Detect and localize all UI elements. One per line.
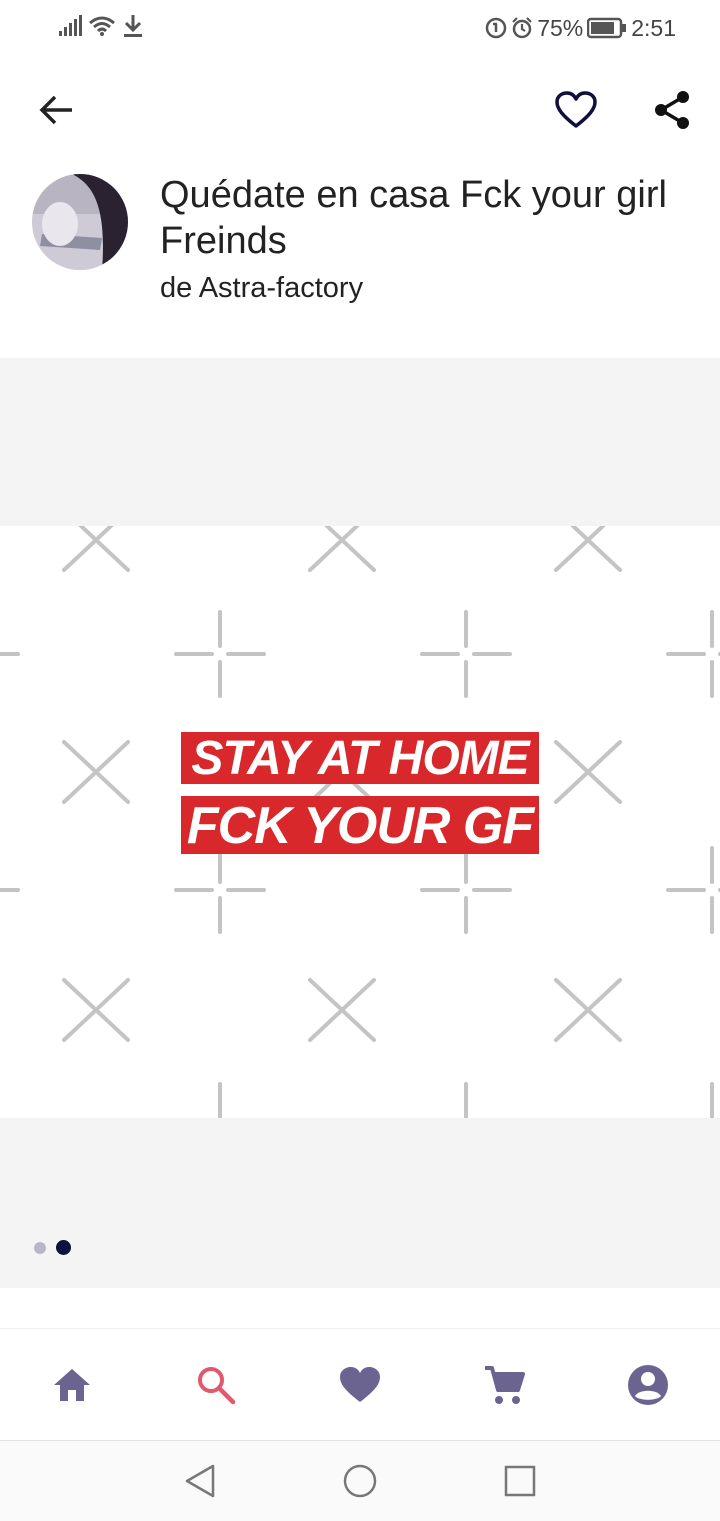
artist-byline[interactable]: de Astra-factory xyxy=(160,272,363,305)
arrow-left-icon xyxy=(39,95,72,125)
search-icon xyxy=(198,1367,236,1405)
account-icon xyxy=(628,1365,668,1405)
home-icon xyxy=(54,1369,90,1401)
system-home-button[interactable] xyxy=(338,1459,382,1503)
share-button[interactable] xyxy=(646,84,698,136)
square-recents-icon xyxy=(504,1465,536,1497)
wifi-icon xyxy=(89,16,115,36)
signal-icon xyxy=(59,15,82,36)
back-button[interactable] xyxy=(30,84,82,136)
gallery-pagination xyxy=(34,1240,71,1255)
clock: 2:51 xyxy=(631,15,676,41)
status-bar: 75% 2:51 xyxy=(0,0,720,56)
alarm-icon xyxy=(512,17,532,39)
system-recents-button[interactable] xyxy=(498,1459,542,1503)
system-back-button[interactable] xyxy=(178,1459,222,1503)
page-dot[interactable] xyxy=(34,1241,46,1254)
product-gallery[interactable]: STAY AT HOME FCK YOUR GF xyxy=(0,358,720,1288)
nav-cart[interactable] xyxy=(476,1357,532,1413)
design-line-2: FCK YOUR GF xyxy=(181,796,539,855)
product-title: Quédate en casa Fck your girl Freinds xyxy=(160,174,667,262)
page-dot-active[interactable] xyxy=(56,1240,71,1255)
data-saver-icon xyxy=(485,17,507,39)
nav-search[interactable] xyxy=(188,1357,244,1413)
battery-percent: 75% xyxy=(537,15,584,41)
nav-favorites[interactable] xyxy=(332,1357,388,1413)
heart-icon xyxy=(340,1367,380,1402)
nav-home[interactable] xyxy=(44,1357,100,1413)
status-right: 75% 2:51 xyxy=(485,14,676,42)
sticker-design: STAY AT HOME FCK YOUR GF xyxy=(181,732,539,855)
design-line-1: STAY AT HOME xyxy=(181,732,539,785)
cart-icon xyxy=(485,1366,525,1404)
favorite-button[interactable] xyxy=(550,84,602,136)
product-image[interactable]: STAY AT HOME FCK YOUR GF xyxy=(0,526,720,1118)
download-icon xyxy=(124,15,142,37)
nav-account[interactable] xyxy=(620,1357,676,1413)
circle-home-icon xyxy=(343,1464,377,1498)
artist-avatar[interactable] xyxy=(32,174,128,270)
bottom-navigation xyxy=(0,1328,720,1441)
triangle-back-icon xyxy=(185,1464,215,1498)
battery-icon xyxy=(587,17,627,39)
system-navigation xyxy=(0,1440,720,1521)
avatar-image xyxy=(32,174,128,270)
share-icon xyxy=(655,91,689,129)
status-left xyxy=(58,14,144,38)
heart-outline-icon xyxy=(555,91,597,128)
